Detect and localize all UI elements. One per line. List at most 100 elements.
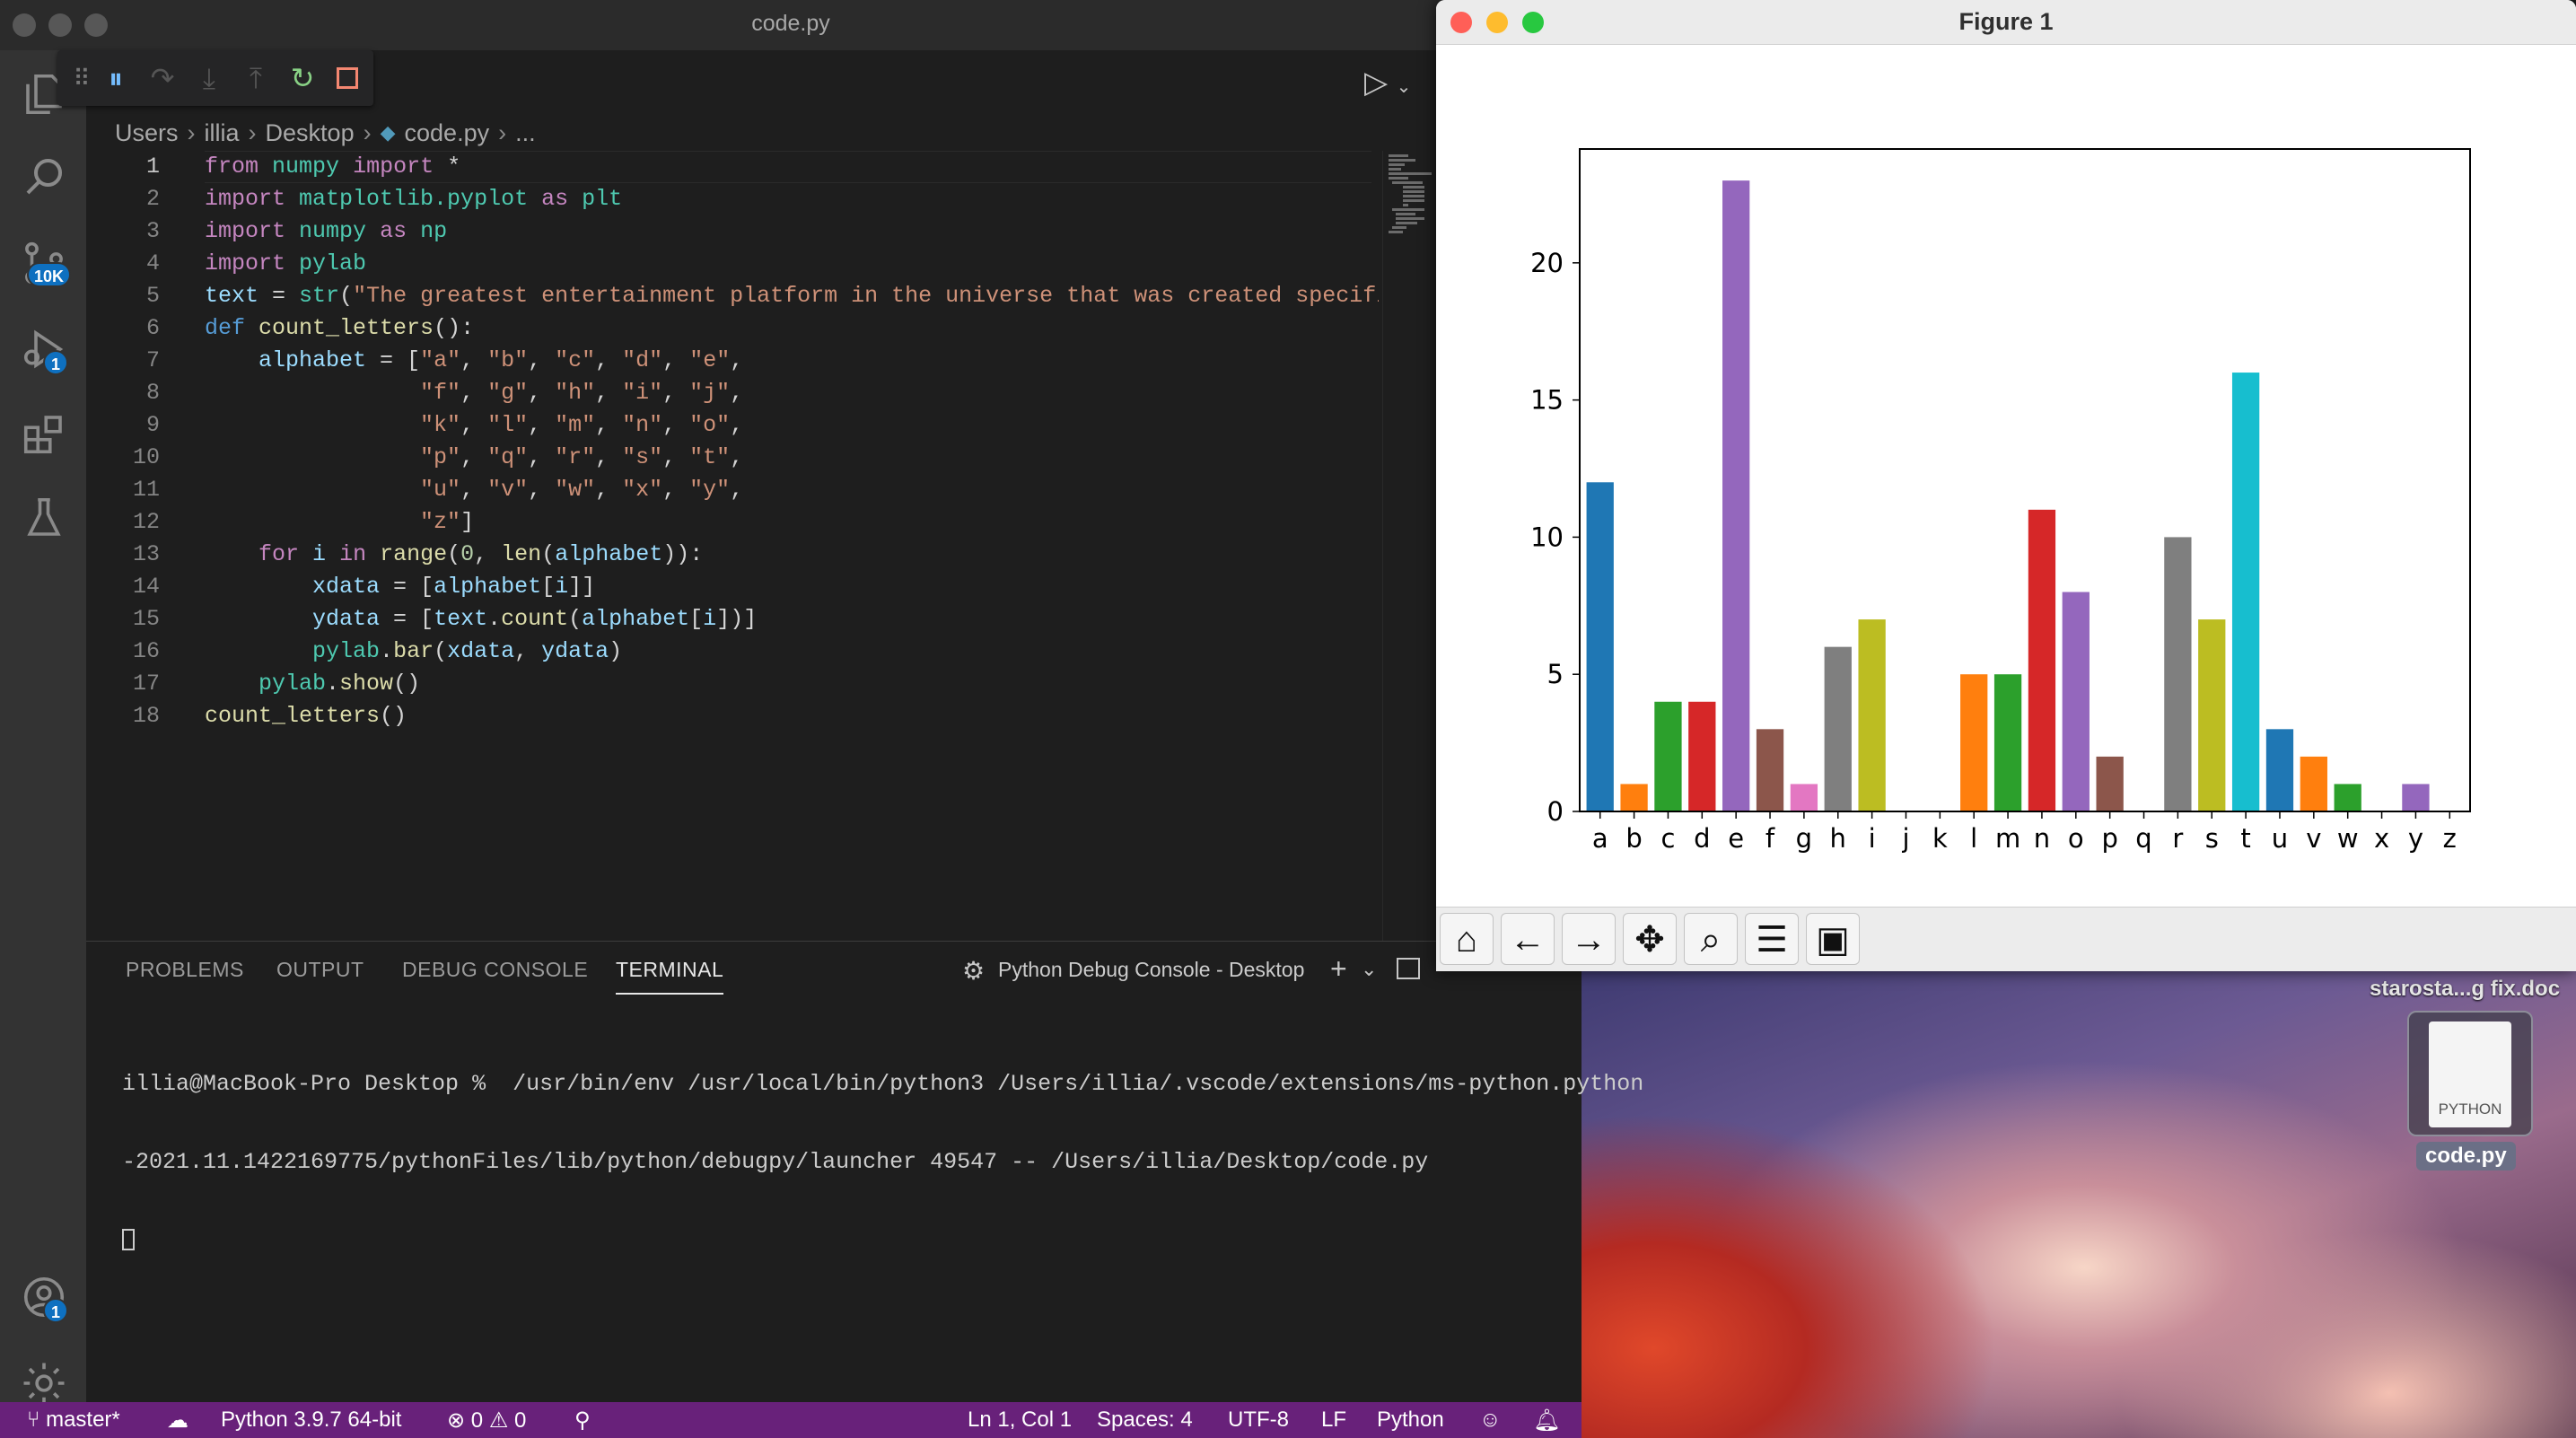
breadcrumb-symbols[interactable]: ... — [515, 119, 536, 147]
code-line[interactable]: 4 import pylab — [86, 248, 1379, 280]
bar-v — [2300, 756, 2327, 811]
breadcrumb-desktop[interactable]: Desktop — [266, 119, 355, 147]
code-line[interactable]: 14 xdata = [alphabet[i]] — [86, 571, 1379, 603]
notifications-bell-icon[interactable]: 🔔︎ — [1533, 1407, 1560, 1434]
code-text: "z"] — [420, 509, 475, 535]
bar-a — [1586, 482, 1614, 811]
code-text: ydata = [text.count(alphabet[i])] — [312, 606, 758, 632]
terminal-line: illia@MacBook-Pro Desktop % /usr/bin/env… — [122, 1071, 1644, 1097]
line-number: 4 — [145, 250, 160, 276]
branch-status[interactable]: ⑂ master* — [27, 1407, 120, 1433]
x-tick-label: v — [2306, 823, 2321, 854]
chevron-down-icon[interactable]: ⌄ — [1361, 958, 1377, 981]
code-line[interactable]: 2 import matplotlib.pyplot as plt — [86, 183, 1379, 215]
minimap[interactable] — [1382, 151, 1433, 941]
pause-icon[interactable]: ⏸ — [99, 61, 133, 95]
python-file-icon[interactable]: PYTHON — [2407, 1011, 2533, 1136]
x-tick-label: u — [2272, 823, 2288, 854]
code-line[interactable]: 7 alphabet = ["a", "b", "c", "d", "e", — [86, 345, 1379, 377]
bar-n — [2028, 509, 2056, 811]
breadcrumb-illia[interactable]: illia — [205, 119, 240, 147]
y-tick-label: 10 — [1530, 522, 1564, 552]
x-tick-label: i — [1869, 823, 1876, 854]
breadcrumb-file[interactable]: code.py — [405, 119, 490, 147]
python-interpreter[interactable]: Python 3.9.7 64-bit — [221, 1407, 401, 1433]
breadcrumb-users[interactable]: Users — [115, 119, 179, 147]
x-tick-label: s — [2205, 823, 2219, 854]
pan-icon[interactable]: ✥ — [1623, 913, 1677, 965]
code-text: import pylab — [205, 250, 367, 276]
tab-terminal[interactable]: TERMINAL — [616, 958, 724, 995]
x-tick-label: r — [2172, 823, 2183, 854]
x-tick-label: j — [1901, 823, 1909, 854]
problems-status[interactable]: ⊗ 0 ⚠ 0 — [447, 1407, 526, 1434]
terminal-selector[interactable]: Python Debug Console - Desktop — [998, 958, 1304, 982]
settings-gear-icon[interactable] — [20, 1359, 68, 1407]
code-text: "u", "v", "w", "x", "y", — [420, 477, 744, 503]
terminal-line: -2021.11.1422169775/pythonFiles/lib/pyth… — [122, 1149, 1429, 1175]
run-file-button[interactable]: ▷ ⌄ — [1364, 65, 1411, 101]
split-terminal-icon[interactable] — [1397, 958, 1420, 979]
terminal-output[interactable]: illia@MacBook-Pro Desktop % /usr/bin/env… — [122, 1019, 1644, 1305]
code-line[interactable]: 3 import numpy as np — [86, 215, 1379, 248]
bar-h — [1824, 646, 1852, 811]
tab-problems[interactable]: PROBLEMS — [126, 958, 244, 982]
code-text: text = str("The greatest entertainment p… — [205, 283, 1379, 309]
y-tick-label: 15 — [1530, 385, 1564, 416]
line-endings[interactable]: LF — [1321, 1407, 1346, 1433]
code-line[interactable]: 10 "p", "q", "r", "s", "t", — [86, 442, 1379, 474]
branch-icon: ⑂ — [27, 1407, 40, 1432]
x-tick-label: t — [2240, 823, 2250, 854]
code-line[interactable]: 11 "u", "v", "w", "x", "y", — [86, 474, 1379, 506]
cursor-position[interactable]: Ln 1, Col 1 — [968, 1407, 1072, 1433]
code-line[interactable]: 18 count_letters() — [86, 700, 1379, 732]
back-icon[interactable]: ← — [1501, 913, 1555, 965]
encoding[interactable]: UTF-8 — [1228, 1407, 1289, 1433]
sync-icon[interactable]: ☁ — [167, 1407, 188, 1434]
restart-icon[interactable]: ↻ — [285, 61, 320, 95]
language-mode[interactable]: Python — [1377, 1407, 1444, 1433]
bar-chart: a b c d e f g h i j k l m n o p q r s t u v w x y z 0 5 10 15 20 — [1436, 45, 2576, 907]
extensions-icon[interactable] — [20, 409, 68, 458]
tab-debug-console[interactable]: DEBUG CONSOLE — [402, 958, 588, 982]
forward-icon[interactable]: → — [1562, 913, 1616, 965]
line-number: 13 — [132, 541, 160, 567]
code-line[interactable]: 15 ydata = [text.count(alphabet[i])] — [86, 603, 1379, 636]
line-number: 15 — [132, 606, 160, 632]
x-tick-label: g — [1796, 823, 1812, 854]
desktop-file-title[interactable]: starosta...g fix.doc — [2370, 977, 2560, 1002]
code-editor[interactable]: 1 from numpy import * 2 import matplotlib.p… — [86, 151, 1379, 941]
feedback-icon[interactable]: ☺ — [1479, 1407, 1502, 1433]
indentation[interactable]: Spaces: 4 — [1097, 1407, 1193, 1433]
stop-icon[interactable] — [330, 61, 364, 95]
search-icon[interactable] — [20, 153, 68, 201]
drag-handle-icon[interactable]: ⠿ — [65, 61, 99, 95]
code-line[interactable]: 17 pylab.show() — [86, 668, 1379, 700]
code-line[interactable]: 12 "z"] — [86, 506, 1379, 539]
line-number: 1 — [145, 153, 160, 180]
code-line[interactable]: 5 text = str("The greatest entertainment … — [86, 280, 1379, 312]
code-line[interactable]: 13 for i in range(0, len(alphabet)): — [86, 539, 1379, 571]
testing-icon[interactable] — [20, 494, 68, 542]
desktop-file-label[interactable]: code.py — [2416, 1142, 2516, 1171]
step-out-icon[interactable]: ⤒ — [239, 61, 273, 95]
save-icon[interactable]: ▣ — [1806, 913, 1860, 965]
home-icon[interactable]: ⌂ — [1440, 913, 1494, 965]
line-number: 14 — [132, 574, 160, 600]
step-over-icon[interactable]: ↷ — [145, 61, 180, 95]
configure-icon[interactable]: ☰ — [1745, 913, 1799, 965]
code-line[interactable]: 16 pylab.bar(xdata, ydata) — [86, 636, 1379, 668]
bar-y — [2402, 784, 2430, 811]
bar-c — [1654, 701, 1682, 811]
code-line[interactable]: 6 def count_letters(): — [86, 312, 1379, 345]
debug-status-icon[interactable]: ⚲ — [574, 1407, 591, 1434]
code-line[interactable]: 9 "k", "l", "m", "n", "o", — [86, 409, 1379, 442]
new-terminal-icon[interactable]: + — [1330, 952, 1347, 986]
x-tick-label: m — [1995, 823, 2020, 854]
breadcrumb: Users › illia › Desktop › ◆ code.py › ..… — [115, 115, 536, 151]
zoom-icon[interactable]: ⌕ — [1684, 913, 1738, 965]
line-number: 16 — [132, 638, 160, 664]
code-line[interactable]: 8 "f", "g", "h", "i", "j", — [86, 377, 1379, 409]
step-into-icon[interactable]: ⤓ — [192, 61, 226, 95]
tab-output[interactable]: OUTPUT — [276, 958, 364, 982]
